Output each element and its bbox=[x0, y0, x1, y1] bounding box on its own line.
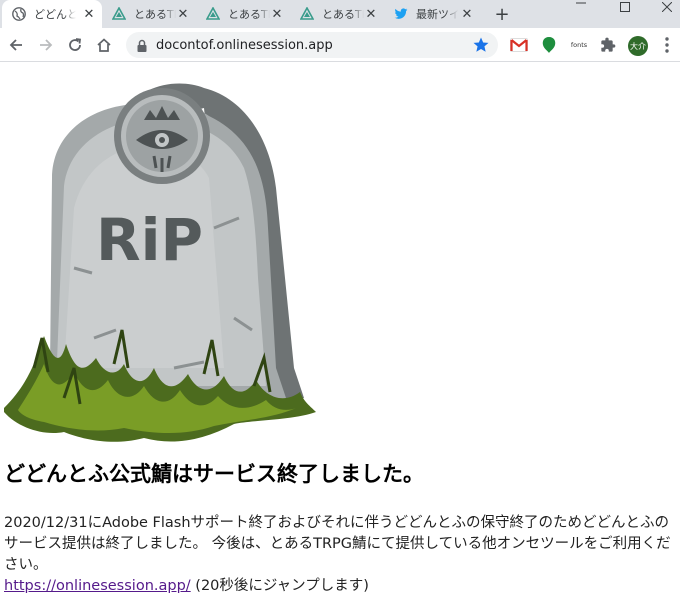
twitter-icon bbox=[394, 7, 408, 21]
redirect-line: https://onlinesession.app/ (20秒後にジャンプします… bbox=[4, 576, 369, 597]
extension-green-icon[interactable] bbox=[541, 36, 557, 54]
trpg-favicon-icon bbox=[112, 7, 126, 21]
browser-toolbar: docontof.onlinesession.app fonts bbox=[0, 28, 680, 62]
rip-text: RiP bbox=[96, 206, 203, 274]
fonts-extension-icon[interactable]: fonts bbox=[566, 36, 592, 54]
redirect-countdown: (20秒後にジャンプします) bbox=[190, 578, 369, 594]
reload-icon[interactable] bbox=[64, 34, 86, 56]
close-icon[interactable]: ✕ bbox=[460, 7, 474, 22]
tab-title: とあるTR bbox=[322, 8, 364, 21]
tab-trpg-3[interactable]: とあるTR ✕ bbox=[290, 0, 384, 28]
tab-title: とあるTR bbox=[134, 8, 176, 21]
window-close-icon[interactable] bbox=[652, 0, 680, 14]
tombstone-image: RiP bbox=[4, 83, 316, 442]
new-tab-button[interactable]: + bbox=[491, 3, 513, 25]
close-icon[interactable]: ✕ bbox=[270, 7, 284, 22]
notice-paragraph: 2020/12/31にAdobe Flashサポート終了およびそれに伴うどどんと… bbox=[4, 515, 671, 573]
close-icon[interactable]: ✕ bbox=[82, 7, 96, 22]
trpg-favicon-icon bbox=[300, 7, 314, 21]
tab-title: とあるTR bbox=[228, 8, 270, 21]
profile-initials: 大介 bbox=[630, 41, 646, 51]
extensions-puzzle-icon[interactable] bbox=[600, 36, 616, 54]
address-bar[interactable]: docontof.onlinesession.app bbox=[126, 32, 498, 58]
maximize-icon[interactable] bbox=[610, 0, 640, 14]
lock-icon[interactable] bbox=[136, 38, 148, 57]
onlinesession-link[interactable]: https://onlinesession.app/ bbox=[4, 578, 191, 594]
page-content: RiP どどんとふ公式鯖はサービス終了しました。 2020/12/31にAdob… bbox=[0, 62, 680, 606]
gmail-icon[interactable] bbox=[510, 36, 528, 54]
fonts-extension-label: fonts bbox=[570, 41, 588, 49]
tab-title: どどんとふ bbox=[34, 8, 76, 21]
globe-icon bbox=[12, 7, 26, 21]
forward-icon[interactable] bbox=[35, 34, 57, 56]
bookmark-star-icon[interactable] bbox=[472, 36, 490, 58]
close-icon[interactable]: ✕ bbox=[364, 7, 378, 22]
tab-trpg-2[interactable]: とあるTR ✕ bbox=[196, 0, 290, 28]
minimize-icon[interactable] bbox=[566, 0, 596, 14]
trpg-favicon-icon bbox=[206, 7, 220, 21]
profile-avatar[interactable]: 大介 bbox=[628, 36, 648, 56]
tab-strip: どどんとふ ✕ とあるTR ✕ とあるTR ✕ とあるTR ✕ 最新ツイ ✕ + bbox=[0, 0, 680, 28]
tab-trpg-1[interactable]: とあるTR ✕ bbox=[102, 0, 196, 28]
back-icon[interactable] bbox=[5, 34, 27, 56]
menu-kebab-icon[interactable] bbox=[660, 36, 674, 54]
page-title: どどんとふ公式鯖はサービス終了しました。 bbox=[4, 462, 424, 486]
tab-twitter[interactable]: 最新ツイ ✕ bbox=[384, 0, 480, 28]
url-text[interactable]: docontof.onlinesession.app bbox=[156, 38, 333, 53]
tab-title: 最新ツイ bbox=[416, 8, 458, 21]
home-icon[interactable] bbox=[93, 34, 115, 56]
tab-dodontof[interactable]: どどんとふ ✕ bbox=[2, 0, 102, 28]
close-icon[interactable]: ✕ bbox=[176, 7, 190, 22]
